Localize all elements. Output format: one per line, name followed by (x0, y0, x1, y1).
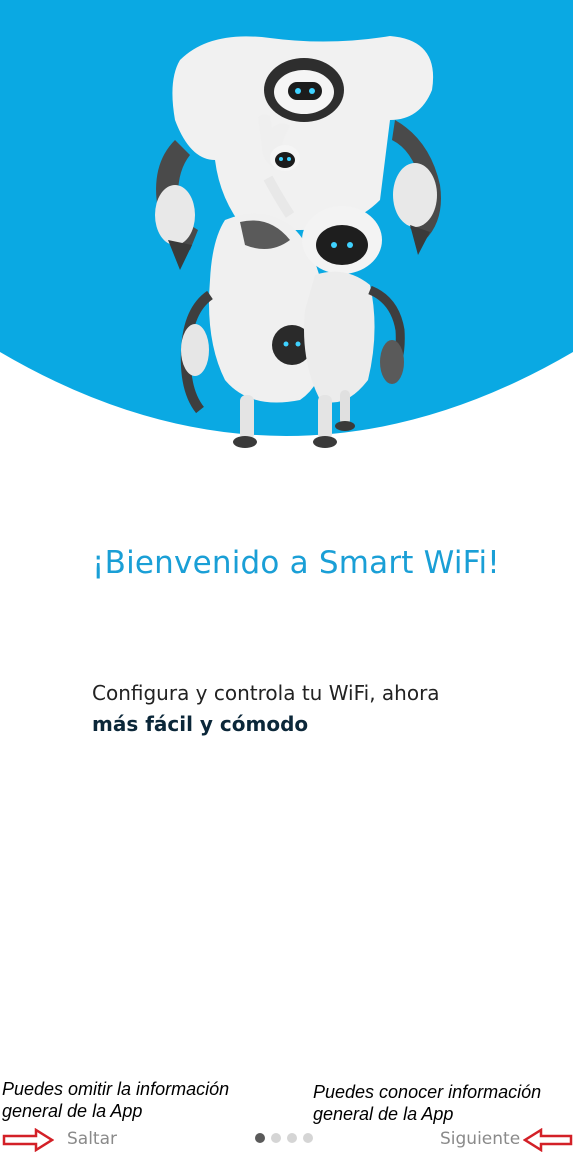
page-dot (287, 1133, 297, 1143)
page-indicator (255, 1133, 313, 1143)
outline-arrow-left-icon (523, 1128, 573, 1152)
next-annotation: Puedes conocer información general de la… (313, 1082, 542, 1124)
hero-illustration (0, 0, 573, 460)
welcome-title: ¡Bienvenido a Smart WiFi! (92, 545, 500, 581)
page-dot-active (255, 1133, 265, 1143)
next-button[interactable]: Siguiente (440, 1129, 520, 1149)
subtitle-line-2: más fácil y cómodo (92, 712, 309, 736)
page-dot (271, 1133, 281, 1143)
skip-button[interactable]: Saltar (67, 1129, 117, 1149)
robots-illustration (0, 0, 573, 448)
welcome-subtitle: Configura y controla tu WiFi, ahora más … (92, 678, 532, 740)
outline-arrow-right-icon (2, 1128, 54, 1152)
skip-annotation: Puedes omitir la información general de … (2, 1079, 230, 1121)
page-dot (303, 1133, 313, 1143)
subtitle-line-1: Configura y controla tu WiFi, ahora (92, 681, 440, 705)
